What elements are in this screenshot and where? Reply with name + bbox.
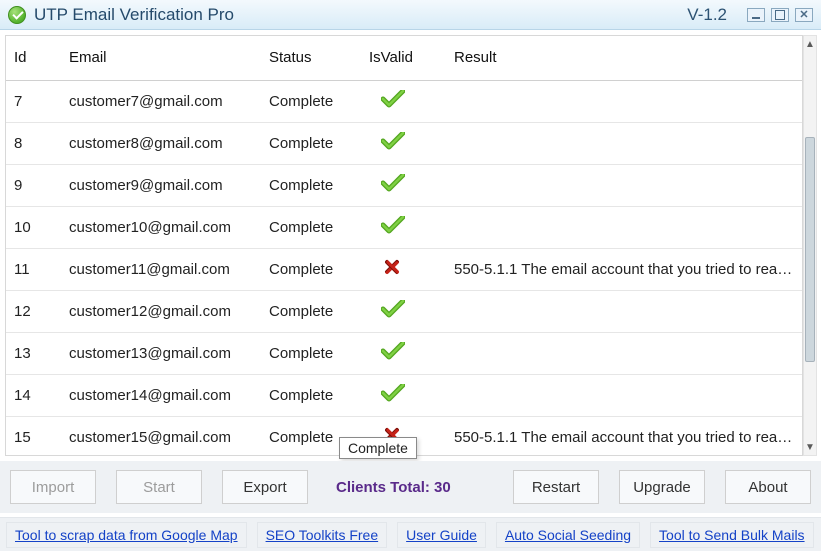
close-button[interactable]: ✕ bbox=[795, 8, 813, 22]
cell-isvalid bbox=[361, 164, 446, 206]
link-bar: Tool to scrap data from Google Map SEO T… bbox=[0, 517, 821, 551]
cell-isvalid bbox=[361, 332, 446, 374]
cell-status: Complete bbox=[261, 206, 361, 248]
maximize-button[interactable] bbox=[771, 8, 789, 22]
col-id[interactable]: Id bbox=[6, 36, 61, 80]
cell-email: customer9@gmail.com bbox=[61, 164, 261, 206]
table-row[interactable]: 10customer10@gmail.comComplete bbox=[6, 206, 802, 248]
app-title: UTP Email Verification Pro bbox=[34, 5, 234, 25]
link-user-guide[interactable]: User Guide bbox=[397, 522, 486, 548]
cell-status: Complete bbox=[261, 122, 361, 164]
cell-status: Complete bbox=[261, 248, 361, 290]
cell-id: 13 bbox=[6, 332, 61, 374]
checkmark-icon bbox=[381, 384, 403, 406]
cell-result bbox=[446, 122, 802, 164]
checkmark-icon bbox=[381, 300, 403, 322]
cell-result bbox=[446, 164, 802, 206]
table-row[interactable]: 7customer7@gmail.comComplete bbox=[6, 80, 802, 122]
col-isvalid[interactable]: IsValid bbox=[361, 36, 446, 80]
col-email[interactable]: Email bbox=[61, 36, 261, 80]
cell-status: Complete bbox=[261, 290, 361, 332]
cell-status: Complete bbox=[261, 80, 361, 122]
status-tooltip: Complete bbox=[339, 437, 417, 459]
cell-result bbox=[446, 80, 802, 122]
scrollbar-thumb[interactable] bbox=[805, 137, 815, 361]
table-row[interactable]: 9customer9@gmail.comComplete bbox=[6, 164, 802, 206]
scrollbar-down-icon[interactable]: ▼ bbox=[804, 439, 816, 455]
cell-email: customer13@gmail.com bbox=[61, 332, 261, 374]
col-result[interactable]: Result bbox=[446, 36, 802, 80]
cell-email: customer11@gmail.com bbox=[61, 248, 261, 290]
col-status[interactable]: Status bbox=[261, 36, 361, 80]
cell-result bbox=[446, 374, 802, 416]
cell-result bbox=[446, 332, 802, 374]
cell-id: 11 bbox=[6, 248, 61, 290]
cell-email: customer15@gmail.com bbox=[61, 416, 261, 456]
cross-icon bbox=[381, 257, 401, 277]
cell-id: 9 bbox=[6, 164, 61, 206]
cell-result: 550-5.1.1 The email account that you tri… bbox=[446, 248, 802, 290]
checkmark-icon bbox=[381, 174, 403, 196]
checkmark-icon bbox=[381, 216, 403, 238]
import-button[interactable]: Import bbox=[10, 470, 96, 504]
cell-status: Complete bbox=[261, 374, 361, 416]
table-row[interactable]: 13customer13@gmail.comComplete bbox=[6, 332, 802, 374]
minimize-button[interactable] bbox=[747, 8, 765, 22]
toolbar: Import Start Export Clients Total: 30 Re… bbox=[0, 461, 821, 513]
checkmark-icon bbox=[381, 132, 403, 154]
table-header-row: Id Email Status IsValid Result bbox=[6, 36, 802, 80]
cell-isvalid bbox=[361, 290, 446, 332]
link-seo-toolkits[interactable]: SEO Toolkits Free bbox=[257, 522, 388, 548]
about-button[interactable]: About bbox=[725, 470, 811, 504]
cell-isvalid bbox=[361, 374, 446, 416]
cell-id: 7 bbox=[6, 80, 61, 122]
table-row[interactable]: 12customer12@gmail.comComplete bbox=[6, 290, 802, 332]
cell-id: 12 bbox=[6, 290, 61, 332]
link-bulk-mails[interactable]: Tool to Send Bulk Mails bbox=[650, 522, 814, 548]
vertical-scrollbar[interactable]: ▲ ▼ bbox=[803, 35, 817, 456]
cell-email: customer8@gmail.com bbox=[61, 122, 261, 164]
cell-id: 10 bbox=[6, 206, 61, 248]
scrollbar-up-icon[interactable]: ▲ bbox=[804, 36, 816, 52]
cell-email: customer7@gmail.com bbox=[61, 80, 261, 122]
cell-email: customer12@gmail.com bbox=[61, 290, 261, 332]
cell-result bbox=[446, 290, 802, 332]
cell-email: customer14@gmail.com bbox=[61, 374, 261, 416]
cell-id: 14 bbox=[6, 374, 61, 416]
cell-result: 550-5.1.1 The email account that you tri… bbox=[446, 416, 802, 456]
titlebar: UTP Email Verification Pro V-1.2 ✕ bbox=[0, 0, 821, 30]
checkmark-icon bbox=[381, 90, 403, 112]
restart-button[interactable]: Restart bbox=[513, 470, 599, 504]
export-button[interactable]: Export bbox=[222, 470, 308, 504]
upgrade-button[interactable]: Upgrade bbox=[619, 470, 705, 504]
cell-isvalid bbox=[361, 248, 446, 290]
results-table: Id Email Status IsValid Result 7customer… bbox=[5, 35, 803, 456]
table-row[interactable]: 14customer14@gmail.comComplete bbox=[6, 374, 802, 416]
app-version: V-1.2 bbox=[687, 5, 727, 25]
cell-email: customer10@gmail.com bbox=[61, 206, 261, 248]
cell-isvalid bbox=[361, 122, 446, 164]
checkmark-icon bbox=[381, 342, 403, 364]
cell-isvalid bbox=[361, 206, 446, 248]
cell-result bbox=[446, 206, 802, 248]
link-scrape-google-map[interactable]: Tool to scrap data from Google Map bbox=[6, 522, 247, 548]
cell-id: 8 bbox=[6, 122, 61, 164]
table-row[interactable]: 8customer8@gmail.comComplete bbox=[6, 122, 802, 164]
link-auto-seeding[interactable]: Auto Social Seeding bbox=[496, 522, 640, 548]
app-icon bbox=[8, 6, 26, 24]
cell-id: 15 bbox=[6, 416, 61, 456]
cell-status: Complete bbox=[261, 164, 361, 206]
clients-total-label: Clients Total: 30 bbox=[336, 479, 485, 496]
cell-status: Complete bbox=[261, 332, 361, 374]
table-row[interactable]: 11customer11@gmail.comComplete 550-5.1.1 … bbox=[6, 248, 802, 290]
cell-isvalid bbox=[361, 80, 446, 122]
start-button[interactable]: Start bbox=[116, 470, 202, 504]
scrollbar-track[interactable] bbox=[804, 52, 816, 439]
